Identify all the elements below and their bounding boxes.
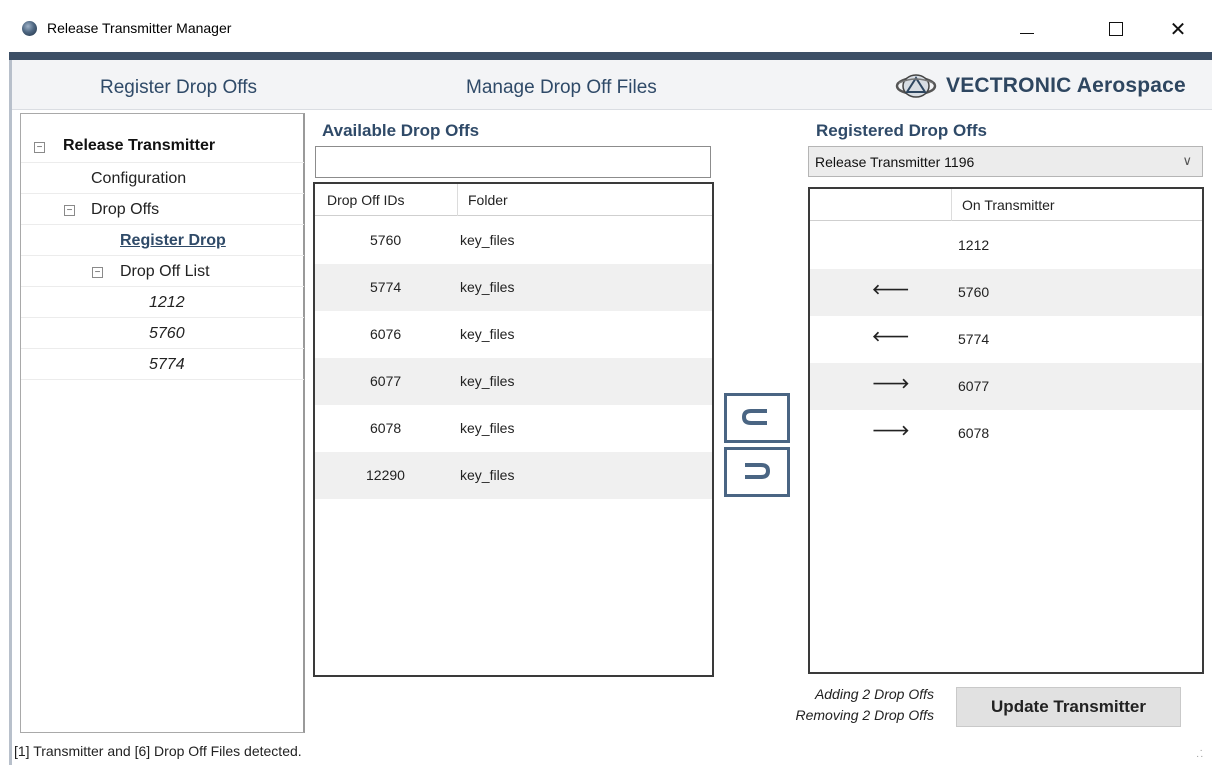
window-title: Release Transmitter Manager	[47, 20, 232, 36]
drop-off-id-cell: 5774	[370, 279, 402, 295]
transmitter-select-value: Release Transmitter 1196	[815, 154, 975, 170]
vectronic-logo-icon	[895, 74, 937, 98]
table-header: Drop Off IDs Folder	[315, 184, 712, 216]
column-divider[interactable]	[457, 184, 458, 216]
brand-name: VECTRONIC Aerospace	[946, 74, 1186, 97]
tree-node-label: Release Transmitter	[63, 137, 216, 154]
available-drop-offs-title: Available Drop Offs	[322, 121, 480, 140]
add-arrow-icon: 🡒	[872, 422, 910, 438]
folder-cell: key_files	[460, 420, 515, 436]
tree-node-configuration[interactable]: Configuration	[21, 163, 304, 194]
table-row[interactable]: 🡐 5774	[810, 316, 1202, 363]
table-row[interactable]: 🡐 5760	[810, 269, 1202, 316]
folder-cell: key_files	[460, 467, 515, 483]
available-drop-offs-table[interactable]: Drop Off IDs Folder 5760 key_files 5774 …	[313, 182, 714, 677]
table-row[interactable]: 5774 key_files	[315, 264, 712, 311]
drop-off-id-cell: 6078	[370, 420, 402, 436]
tree-node-list-item[interactable]: 5774	[21, 349, 304, 380]
tree-node-label: 5774	[149, 356, 185, 373]
folder-cell: key_files	[460, 326, 515, 342]
close-button[interactable]: ✕	[1155, 12, 1201, 46]
table-row[interactable]: 6077 key_files	[315, 358, 712, 405]
registered-drop-offs-title: Registered Drop Offs	[816, 121, 987, 140]
on-transmitter-cell: 1212	[958, 237, 990, 253]
column-divider[interactable]	[951, 189, 952, 221]
resize-grip-icon[interactable]: · · ·	[1196, 746, 1204, 762]
minimize-button[interactable]	[1004, 12, 1050, 46]
add-arrow-icon: 🡒	[872, 375, 910, 391]
table-row[interactable]: 5760 key_files	[315, 217, 712, 264]
tree-node-drop-offs[interactable]: − Drop Offs	[21, 194, 304, 225]
removing-summary: Removing 2 Drop Offs	[795, 707, 935, 723]
column-header-drop-off-ids[interactable]: Drop Off IDs	[327, 192, 405, 208]
adding-summary: Adding 2 Drop Offs	[814, 686, 934, 702]
status-bar-text: [1] Transmitter and [6] Drop Off Files d…	[14, 743, 302, 759]
tree-node-register-drop[interactable]: Register Drop	[21, 225, 304, 256]
drop-off-id-cell: 6077	[370, 373, 402, 389]
tree-node-label: 5760	[149, 325, 185, 342]
window-frame-left	[9, 60, 12, 765]
close-icon: ✕	[1169, 17, 1187, 41]
table-row[interactable]: 12290 key_files	[315, 452, 712, 499]
window-frame-top	[9, 52, 1212, 60]
registered-drop-offs-table[interactable]: On Transmitter 1212 🡐 5760 🡐 5774 🡒 6077…	[808, 187, 1204, 674]
drop-off-id-cell: 12290	[366, 467, 405, 483]
folder-cell: key_files	[460, 232, 515, 248]
move-right-icon	[745, 463, 771, 479]
remove-arrow-icon: 🡐	[872, 328, 910, 344]
column-header-on-transmitter[interactable]: On Transmitter	[962, 197, 1055, 213]
drop-off-id-cell: 5760	[370, 232, 402, 248]
navigation-tree[interactable]: − Release Transmitter Configuration − Dr…	[20, 113, 305, 733]
drop-off-id-cell: 6076	[370, 326, 402, 342]
chevron-down-icon: ∨	[1182, 153, 1192, 168]
collapse-icon[interactable]: −	[64, 205, 75, 216]
minimize-icon	[1020, 32, 1034, 34]
collapse-icon[interactable]: −	[92, 267, 103, 278]
on-transmitter-cell: 6078	[958, 425, 990, 441]
header-bar: Register Drop Offs Manage Drop Off Files…	[12, 60, 1212, 110]
tree-node-list-item[interactable]: 1212	[21, 287, 304, 318]
on-transmitter-cell: 5760	[958, 284, 990, 300]
app-globe-icon	[22, 21, 37, 36]
move-left-icon	[741, 409, 767, 425]
maximize-icon	[1109, 22, 1123, 36]
on-transmitter-cell: 5774	[958, 331, 990, 347]
tree-node-drop-off-list[interactable]: − Drop Off List	[21, 256, 304, 287]
tree-node-list-item[interactable]: 5760	[21, 318, 304, 349]
maximize-button[interactable]	[1093, 12, 1139, 46]
remove-arrow-icon: 🡐	[872, 281, 910, 297]
transmitter-select[interactable]: Release Transmitter 1196 ∨	[808, 146, 1203, 177]
title-bar: Release Transmitter Manager ✕	[0, 0, 1212, 52]
table-row[interactable]: 1212	[810, 222, 1202, 269]
folder-cell: key_files	[460, 279, 515, 295]
tree-node-label: Configuration	[91, 170, 187, 187]
tree-node-release-transmitter[interactable]: − Release Transmitter	[21, 126, 304, 163]
move-to-available-button[interactable]	[724, 393, 790, 443]
collapse-icon[interactable]: −	[34, 142, 45, 153]
table-row[interactable]: 🡒 6077	[810, 363, 1202, 410]
tree-node-label: Drop Off List	[120, 263, 210, 280]
search-input[interactable]	[315, 146, 711, 178]
tree-node-label: Register Drop	[120, 232, 226, 249]
table-header: On Transmitter	[810, 189, 1202, 221]
on-transmitter-cell: 6077	[958, 378, 990, 394]
table-row[interactable]: 🡒 6078	[810, 410, 1202, 457]
column-header-folder[interactable]: Folder	[468, 192, 508, 208]
folder-cell: key_files	[460, 373, 515, 389]
table-row[interactable]: 6076 key_files	[315, 311, 712, 358]
brand-logo: VECTRONIC Aerospace	[894, 73, 1186, 99]
table-row[interactable]: 6078 key_files	[315, 405, 712, 452]
tree-node-label: Drop Offs	[91, 201, 160, 218]
tree-node-label: 1212	[149, 294, 185, 311]
update-transmitter-button[interactable]: Update Transmitter	[956, 687, 1181, 727]
tab-register-drop-offs[interactable]: Register Drop Offs	[100, 77, 257, 99]
move-to-registered-button[interactable]	[724, 447, 790, 497]
tab-manage-drop-off-files[interactable]: Manage Drop Off Files	[466, 77, 657, 99]
